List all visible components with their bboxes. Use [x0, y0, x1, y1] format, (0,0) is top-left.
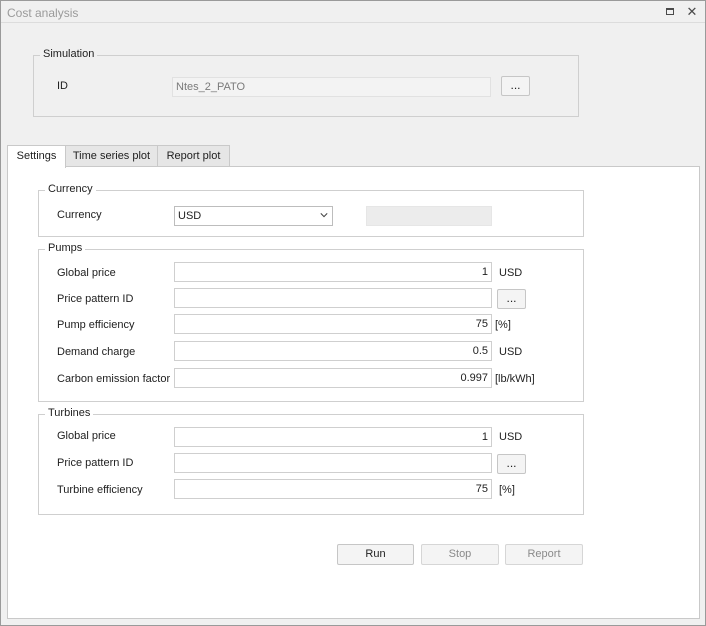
turbine-efficiency-unit: [%] — [499, 484, 515, 496]
turbine-global-price-field[interactable]: 1 — [174, 427, 492, 447]
tab-settings[interactable]: Settings — [7, 145, 66, 168]
pump-global-price-label: Global price — [57, 267, 116, 279]
pumps-group-label: Pumps — [45, 242, 86, 254]
simulation-id-label: ID — [57, 80, 68, 92]
pump-price-pattern-browse-button[interactable]: ... — [497, 289, 526, 309]
window-title: Cost analysis — [7, 6, 79, 20]
pump-global-price-unit: USD — [499, 267, 523, 279]
currency-label: Currency — [57, 209, 102, 221]
stop-button[interactable]: Stop — [421, 544, 499, 565]
demand-charge-field[interactable]: 0.5 — [174, 341, 492, 361]
simulation-group-label: Simulation — [40, 48, 98, 60]
tab-report-plot[interactable]: Report plot — [157, 145, 230, 167]
demand-charge-label: Demand charge — [57, 346, 136, 358]
turbine-global-price-unit: USD — [499, 431, 523, 443]
currency-select[interactable]: USD — [174, 206, 333, 226]
currency-readonly-box — [366, 206, 492, 226]
cost-analysis-window: Cost analysis ✕ Simulation ID Ntes_2_PAT… — [0, 0, 706, 626]
turbines-group-label: Turbines — [45, 407, 94, 419]
turbine-efficiency-field[interactable]: 75 — [174, 479, 492, 499]
close-icon[interactable]: ✕ — [684, 4, 700, 20]
carbon-emission-unit: [lb/kWh] — [495, 373, 535, 385]
pump-price-pattern-field[interactable] — [174, 288, 492, 308]
tab-time-series-plot[interactable]: Time series plot — [65, 145, 158, 167]
pump-efficiency-field[interactable]: 75 — [174, 314, 492, 334]
currency-selected-value: USD — [178, 210, 202, 222]
turbine-efficiency-label: Turbine efficiency — [57, 484, 143, 496]
simulation-id-field[interactable]: Ntes_2_PATO — [172, 77, 491, 97]
pump-efficiency-label: Pump efficiency — [57, 319, 135, 331]
turbine-price-pattern-label: Price pattern ID — [57, 457, 134, 469]
turbine-global-price-label: Global price — [57, 430, 116, 442]
turbine-price-pattern-field[interactable] — [174, 453, 492, 473]
currency-group-label: Currency — [45, 183, 96, 195]
title-bar: Cost analysis ✕ — [1, 1, 705, 23]
carbon-emission-field[interactable]: 0.997 — [174, 368, 492, 388]
simulation-browse-button[interactable]: ... — [501, 76, 530, 96]
pump-efficiency-unit: [%] — [495, 319, 511, 331]
turbine-price-pattern-browse-button[interactable]: ... — [497, 454, 526, 474]
demand-charge-unit: USD — [499, 346, 523, 358]
carbon-emission-label: Carbon emission factor — [57, 373, 171, 385]
chevron-down-icon — [320, 213, 328, 218]
report-button[interactable]: Report — [505, 544, 583, 565]
pump-price-pattern-label: Price pattern ID — [57, 293, 134, 305]
pump-global-price-field[interactable]: 1 — [174, 262, 492, 282]
restore-icon[interactable] — [662, 4, 678, 20]
run-button[interactable]: Run — [337, 544, 414, 565]
